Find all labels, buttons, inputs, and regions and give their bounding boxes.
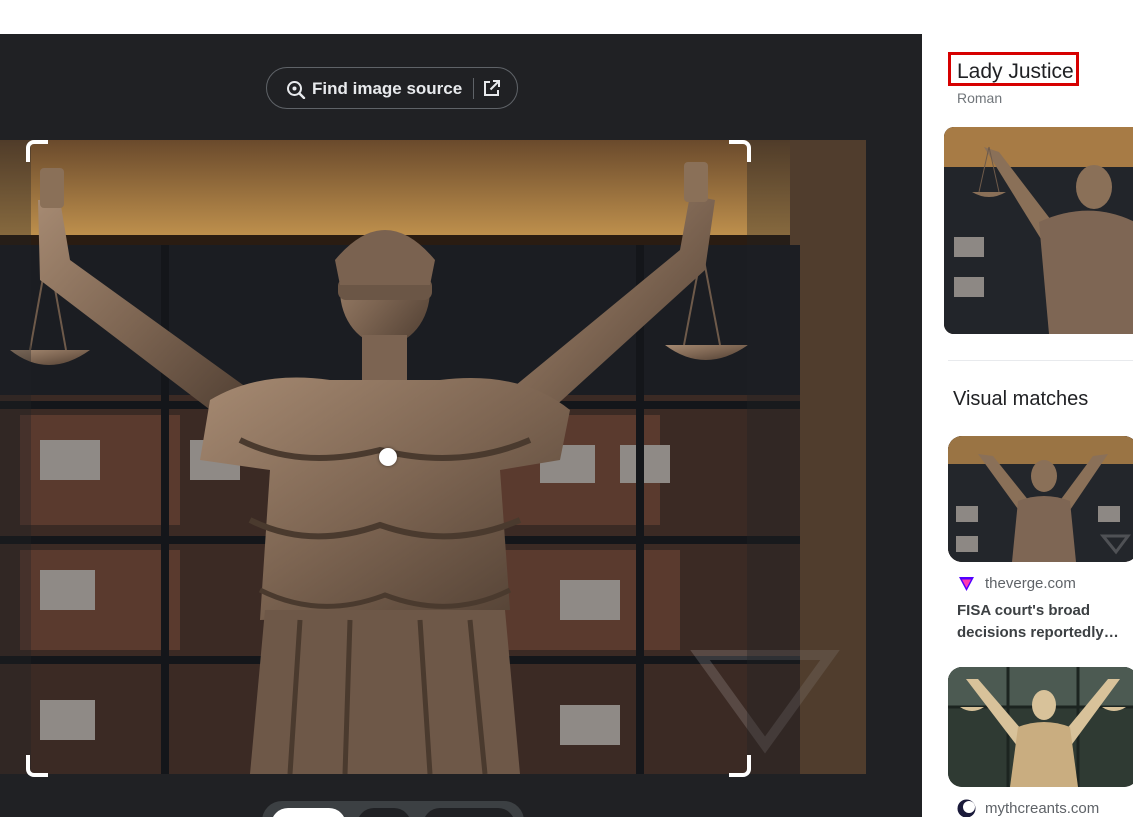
entity-title[interactable]: Lady Justice bbox=[957, 60, 1074, 84]
crop-handle-top-left[interactable] bbox=[26, 140, 48, 162]
top-bar bbox=[0, 0, 1133, 35]
mode-tab-search[interactable] bbox=[271, 808, 346, 817]
visual-match-thumbnail[interactable] bbox=[948, 667, 1133, 787]
crop-dim-right bbox=[747, 140, 866, 774]
section-divider bbox=[948, 360, 1133, 361]
visual-matches-heading: Visual matches bbox=[953, 388, 1089, 410]
visual-match-caption[interactable]: FISA court's broad decisions reportedly… bbox=[957, 600, 1132, 644]
entity-image[interactable] bbox=[944, 127, 1133, 334]
source-domain: mythcreants.com bbox=[985, 800, 1100, 817]
theverge-favicon-icon bbox=[959, 577, 974, 591]
lady-justice-photo[interactable] bbox=[0, 140, 866, 774]
mode-tab-translate[interactable] bbox=[423, 808, 515, 817]
find-image-source-label: Find image source bbox=[312, 79, 463, 98]
mode-tab-text[interactable] bbox=[357, 808, 411, 817]
open-in-new-icon[interactable] bbox=[482, 79, 501, 98]
visual-match-source[interactable]: mythcreants.com bbox=[957, 799, 1099, 817]
caption-line-1: FISA court's broad bbox=[957, 602, 1091, 619]
visual-match-source[interactable]: theverge.com bbox=[957, 574, 1076, 593]
crop-handle-top-right[interactable] bbox=[729, 140, 751, 162]
crop-handle-bottom-right[interactable] bbox=[729, 755, 751, 777]
source-domain: theverge.com bbox=[985, 575, 1076, 592]
crop-center-dot[interactable] bbox=[379, 448, 397, 466]
mode-selector bbox=[262, 801, 524, 817]
results-panel: Lady Justice Roman Visual matches thever… bbox=[922, 34, 1133, 817]
mythcreants-favicon-icon bbox=[957, 799, 976, 817]
find-image-source-button[interactable]: Find image source bbox=[266, 67, 518, 109]
image-viewer: Find image source bbox=[0, 34, 922, 817]
entity-subtitle: Roman bbox=[957, 90, 1003, 106]
caption-line-2: decisions reportedly… bbox=[957, 624, 1119, 641]
crop-handle-bottom-left[interactable] bbox=[26, 755, 48, 777]
lens-search-icon bbox=[286, 79, 306, 100]
visual-match-thumbnail[interactable] bbox=[948, 436, 1133, 562]
button-divider bbox=[473, 78, 474, 99]
crop-dim-left bbox=[0, 140, 31, 774]
